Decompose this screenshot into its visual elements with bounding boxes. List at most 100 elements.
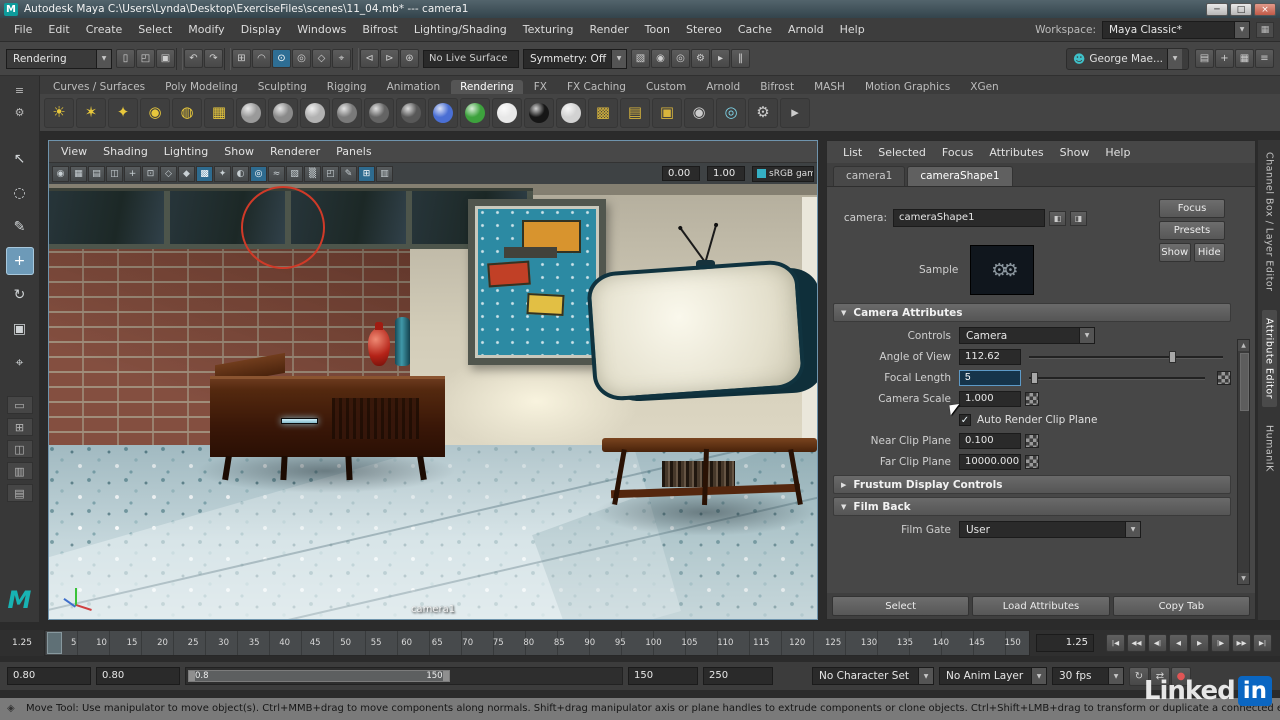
- isolate-select-icon[interactable]: ◰: [322, 165, 339, 182]
- maximize-button[interactable]: □: [1230, 2, 1252, 16]
- spot-light-icon[interactable]: ◉: [140, 97, 170, 128]
- minimize-button[interactable]: ─: [1206, 2, 1228, 16]
- point-light-icon[interactable]: ✦: [108, 97, 138, 128]
- surface-shader-icon[interactable]: [492, 97, 522, 128]
- render-view-icon[interactable]: ◎: [716, 97, 746, 128]
- file-save-icon[interactable]: ▣: [156, 49, 175, 68]
- menu-item[interactable]: Edit: [40, 23, 77, 36]
- grid-toggle-icon[interactable]: ⊞: [358, 165, 375, 182]
- controls-dropdown[interactable]: Camera ▼: [959, 327, 1095, 344]
- use-lights-icon[interactable]: ✦: [214, 165, 231, 182]
- shelf-tab[interactable]: Custom: [637, 80, 695, 94]
- step-back-frame-button[interactable]: ◀|: [1148, 634, 1167, 652]
- directional-light-icon[interactable]: ✶: [76, 97, 106, 128]
- step-forward-frame-button[interactable]: |▶: [1211, 634, 1230, 652]
- image-plane-icon[interactable]: ◫: [106, 165, 123, 182]
- ambient-occlusion-icon[interactable]: ◎: [250, 165, 267, 182]
- workspace-options-icon[interactable]: ▦: [1256, 21, 1274, 38]
- snap-to-points-icon[interactable]: ⊙: [272, 49, 291, 68]
- attribute-editor-bottom-button[interactable]: Select: [832, 596, 970, 616]
- shelf-tab[interactable]: Arnold: [697, 80, 749, 94]
- abstract-painting[interactable]: [467, 199, 606, 365]
- menu-item[interactable]: Select: [130, 23, 180, 36]
- shelf-tab[interactable]: XGen: [961, 80, 1007, 94]
- smooth-shade-icon[interactable]: ◆: [178, 165, 195, 182]
- attribute-editor-menu[interactable]: Selected: [870, 146, 934, 159]
- shelf-tab[interactable]: Bifrost: [751, 80, 803, 94]
- render-current-frame-icon[interactable]: ◉: [651, 49, 670, 68]
- show-output-connections-icon[interactable]: ◨: [1070, 210, 1087, 226]
- bookmark-icon[interactable]: ▤: [88, 165, 105, 182]
- red-vase[interactable]: [368, 321, 390, 366]
- menu-item[interactable]: Bifrost: [354, 23, 406, 36]
- ipr-render-icon[interactable]: ◎: [671, 49, 690, 68]
- near-clip-field[interactable]: 0.100: [959, 432, 1021, 449]
- current-frame-field[interactable]: 1.25: [1036, 634, 1094, 652]
- menu-item[interactable]: File: [6, 23, 40, 36]
- menu-item[interactable]: Texturing: [515, 23, 582, 36]
- ambient-light-icon[interactable]: ◍: [172, 97, 202, 128]
- symmetry-selector[interactable]: Symmetry: Off ▼: [523, 48, 627, 69]
- snap-to-view-planes-icon[interactable]: ◇: [312, 49, 331, 68]
- output-connections-icon[interactable]: ⊳: [380, 49, 399, 68]
- presets-button[interactable]: Presets: [1159, 221, 1225, 240]
- grease-pencil-icon[interactable]: ✎: [340, 165, 357, 182]
- go-to-end-button[interactable]: ▶|: [1253, 634, 1272, 652]
- scrollbar-thumb[interactable]: [1240, 353, 1249, 411]
- focal-length-input[interactable]: [959, 369, 1021, 386]
- render-settings-icon[interactable]: ⚙: [691, 49, 710, 68]
- focus-button[interactable]: Focus: [1159, 199, 1225, 218]
- channel-box-toggle-icon[interactable]: ≡: [1255, 49, 1274, 68]
- near-clip-map-icon[interactable]: [1025, 433, 1039, 448]
- camera-select-icon[interactable]: ◉: [52, 165, 69, 182]
- radio-console[interactable]: [210, 352, 445, 481]
- playback-end-field[interactable]: 150: [628, 667, 698, 685]
- playback-start-field[interactable]: 0.80: [96, 667, 180, 685]
- camera-attributes-section[interactable]: ▼ Camera Attributes: [833, 303, 1231, 322]
- motion-blur-icon[interactable]: ≈: [268, 165, 285, 182]
- shelf-tab[interactable]: Sculpting: [249, 80, 316, 94]
- pause-icon[interactable]: ‖: [731, 49, 750, 68]
- shadows-icon[interactable]: ◐: [232, 165, 249, 182]
- file-new-icon[interactable]: ▯: [116, 49, 135, 68]
- camera-scale-map-icon[interactable]: [1025, 391, 1039, 406]
- range-slider-bar-handle[interactable]: 0.8 150: [188, 670, 450, 682]
- file-open-icon[interactable]: ◰: [136, 49, 155, 68]
- menu-item[interactable]: Create: [78, 23, 131, 36]
- scroll-down-icon[interactable]: ▼: [1238, 573, 1249, 584]
- persp-outliner-layout-button[interactable]: ◫: [6, 440, 33, 458]
- timeline-ruler[interactable]: 5 10 15 20 25 30 35 40 45 50 55 60 65 70 75 80 85 90 95 100…: [44, 630, 1030, 656]
- select-tool-icon[interactable]: ↖: [6, 145, 34, 173]
- blinn-icon[interactable]: [300, 97, 330, 128]
- multisample-icon[interactable]: ▧: [286, 165, 303, 182]
- shelf-tab[interactable]: Motion Graphics: [856, 80, 959, 94]
- shaderfx-icon[interactable]: [556, 97, 586, 128]
- attribute-editor-menu[interactable]: Help: [1097, 146, 1138, 159]
- film-gate-dropdown[interactable]: User ▼: [959, 521, 1141, 538]
- go-to-start-button[interactable]: |◀: [1106, 634, 1125, 652]
- xray-icon[interactable]: ▒: [304, 165, 321, 182]
- render-settings-icon[interactable]: ⚙: [748, 97, 778, 128]
- panel-menu-item[interactable]: Show: [216, 145, 262, 158]
- outliner-toggle-icon[interactable]: ▤: [1195, 49, 1214, 68]
- use-background-icon[interactable]: [524, 97, 554, 128]
- snap-to-curves-icon[interactable]: ◠: [252, 49, 271, 68]
- workspace-selector[interactable]: Maya Classic* ▼: [1102, 20, 1250, 39]
- camera-attributes-icon[interactable]: ▦: [70, 165, 87, 182]
- tool-settings-toggle-icon[interactable]: +: [1215, 49, 1234, 68]
- checker-texture-icon[interactable]: ▩: [588, 97, 618, 128]
- menu-item[interactable]: Modify: [180, 23, 232, 36]
- character-set-selector[interactable]: No Character Set ▼: [812, 667, 934, 685]
- play-forwards-button[interactable]: ▶: [1190, 634, 1209, 652]
- exposure-field[interactable]: 0.00: [662, 166, 700, 181]
- shelf-tab[interactable]: Rigging: [318, 80, 376, 94]
- shelf-tab[interactable]: FX: [525, 80, 556, 94]
- scroll-up-icon[interactable]: ▲: [1238, 340, 1249, 351]
- menu-item[interactable]: Cache: [730, 23, 780, 36]
- attribute-editor-bottom-button[interactable]: Copy Tab: [1112, 596, 1250, 616]
- area-light-icon[interactable]: ☀: [44, 97, 74, 128]
- attribute-editor-tab[interactable]: cameraShape1: [907, 166, 1013, 186]
- panel-menu-item[interactable]: Lighting: [156, 145, 216, 158]
- range-slider-track[interactable]: 0.8 150: [185, 667, 623, 685]
- panel-menu-item[interactable]: Renderer: [262, 145, 328, 158]
